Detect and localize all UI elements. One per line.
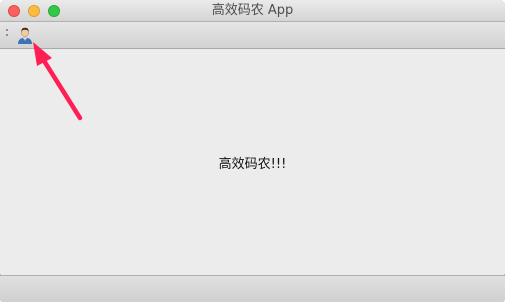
user-icon xyxy=(18,27,32,44)
user-toolbar-button[interactable] xyxy=(15,25,35,45)
toolbar xyxy=(0,22,505,49)
title-bar[interactable]: 高效码农 App xyxy=(0,0,505,22)
toolbar-grip-icon[interactable] xyxy=(6,29,9,40)
main-content: 高效码农!!! xyxy=(0,49,505,274)
app-window: 高效码农 App 高效码农!!! xyxy=(0,0,505,302)
window-title: 高效码农 App xyxy=(211,3,294,18)
center-message: 高效码农!!! xyxy=(218,157,287,172)
status-bar xyxy=(0,275,505,302)
